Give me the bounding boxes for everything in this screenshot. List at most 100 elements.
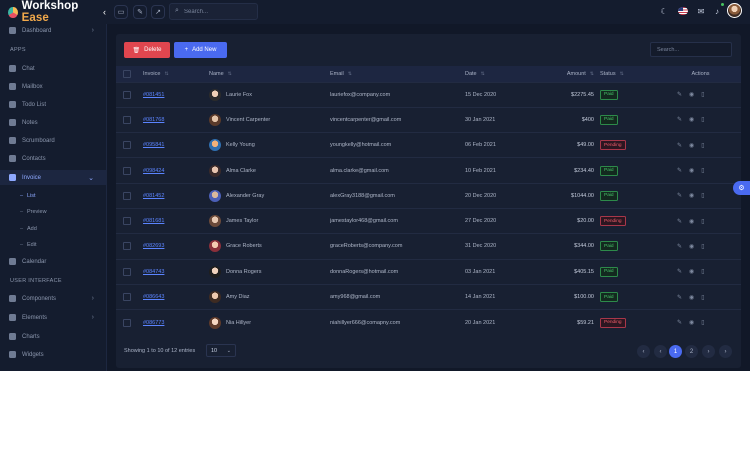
last-page-button[interactable]: ›	[719, 345, 732, 358]
sidebar-item-scrumboard[interactable]: Scrumboard	[0, 133, 106, 148]
edit-icon[interactable]: ✎	[677, 243, 682, 250]
sidebar-item-notes[interactable]: Notes	[0, 115, 106, 130]
sidebar-item-todo[interactable]: Todo List	[0, 97, 106, 112]
invoice-date: 15 Dec 2020	[465, 91, 497, 98]
view-icon[interactable]: ◉	[689, 218, 694, 225]
sidebar-subitem-list[interactable]: – List	[0, 189, 106, 203]
invoice-link[interactable]: #082693	[143, 243, 164, 249]
trash-icon[interactable]: ▯	[701, 218, 704, 225]
brand[interactable]: Workshop Ease ‹	[8, 0, 106, 24]
layout-icon[interactable]: ▭	[114, 5, 128, 19]
row-checkbox[interactable]	[116, 82, 143, 107]
first-page-button[interactable]: ‹	[637, 345, 650, 358]
edit-icon[interactable]: ✎	[677, 319, 682, 326]
view-icon[interactable]: ◉	[689, 142, 694, 149]
view-icon[interactable]: ◉	[689, 268, 694, 275]
invoice-amount: $344.00	[574, 243, 594, 250]
invoice-link[interactable]: #086773	[143, 320, 164, 326]
edit-icon[interactable]: ✎	[677, 268, 682, 275]
per-page-select[interactable]: 10 ⌄	[206, 344, 236, 357]
add-new-button[interactable]: + Add New	[174, 42, 227, 58]
sidebar-item-widgets[interactable]: Widgets	[0, 347, 106, 362]
trash-icon[interactable]: ▯	[701, 116, 704, 123]
search-input[interactable]	[184, 6, 254, 17]
sidebar-item-invoice[interactable]: Invoice ⌄	[0, 170, 106, 185]
row-checkbox[interactable]	[116, 259, 143, 284]
external-icon[interactable]: ↗	[151, 5, 165, 19]
mail-icon[interactable]: ✉	[695, 5, 707, 17]
sidebar-item-mailbox[interactable]: Mailbox	[0, 79, 106, 94]
user-avatar[interactable]	[727, 3, 742, 18]
edit-icon[interactable]: ✎	[677, 167, 682, 174]
moon-icon[interactable]: ☾	[658, 5, 670, 17]
edit-icon[interactable]: ✎	[677, 116, 682, 123]
col-amount[interactable]: Amount ⇅	[535, 66, 600, 82]
trash-icon[interactable]: ▯	[701, 319, 704, 326]
page-1-button[interactable]: 1	[669, 345, 682, 358]
invoice-link[interactable]: #084743	[143, 269, 164, 275]
page-2-button[interactable]: 2	[685, 345, 698, 358]
invoice-link[interactable]: #081452	[143, 193, 164, 199]
view-icon[interactable]: ◉	[689, 192, 694, 199]
row-checkbox[interactable]	[116, 183, 143, 208]
sidebar-item-dashboard[interactable]: Dashboard ›	[0, 23, 106, 38]
sidebar-item-chat[interactable]: Chat	[0, 61, 106, 76]
row-checkbox[interactable]	[116, 234, 143, 259]
select-all-checkbox[interactable]	[116, 66, 143, 82]
trash-icon[interactable]: ▯	[701, 294, 704, 301]
sidebar-item-calendar[interactable]: Calendar	[0, 254, 106, 269]
invoice-link[interactable]: #081768	[143, 117, 164, 123]
row-checkbox[interactable]	[116, 133, 143, 158]
trash-icon[interactable]: ▯	[701, 243, 704, 250]
delete-button[interactable]: 🗑 Delete	[124, 42, 170, 58]
sidebar-item-contacts[interactable]: Contacts	[0, 151, 106, 166]
trash-icon[interactable]: ▯	[701, 192, 704, 199]
row-checkbox[interactable]	[116, 107, 143, 132]
bell-icon[interactable]: ♪	[711, 5, 723, 17]
edit-icon[interactable]: ✎	[677, 192, 682, 199]
col-name[interactable]: Name ⇅	[209, 66, 330, 82]
sidebar-item-charts[interactable]: Charts	[0, 329, 106, 344]
edit-icon[interactable]: ✎	[677, 218, 682, 225]
topbar-search[interactable]: ⌕	[169, 3, 258, 20]
col-date[interactable]: Date ⇅	[465, 66, 535, 82]
row-checkbox[interactable]	[116, 158, 143, 183]
view-icon[interactable]: ◉	[689, 116, 694, 123]
table-search-input[interactable]	[657, 45, 727, 55]
edit-icon[interactable]: ✎	[677, 91, 682, 98]
edit-icon[interactable]: ✎	[677, 142, 682, 149]
prev-page-button[interactable]: ‹	[654, 345, 667, 358]
flag-icon[interactable]	[678, 7, 688, 15]
trash-icon[interactable]: ▯	[701, 268, 704, 275]
chevron-down-icon: ⌄	[88, 174, 94, 182]
view-icon[interactable]: ◉	[689, 243, 694, 250]
table-search[interactable]	[650, 42, 732, 57]
next-page-button[interactable]: ›	[702, 345, 715, 358]
settings-fab[interactable]: ⚙	[733, 181, 750, 195]
view-icon[interactable]: ◉	[689, 91, 694, 98]
invoice-link[interactable]: #095841	[143, 142, 164, 148]
trash-icon[interactable]: ▯	[701, 91, 704, 98]
invoice-link[interactable]: #098424	[143, 168, 164, 174]
view-icon[interactable]: ◉	[689, 294, 694, 301]
row-checkbox[interactable]	[116, 310, 143, 335]
edit-icon[interactable]: ✎	[133, 5, 147, 19]
trash-icon[interactable]: ▯	[701, 167, 704, 174]
view-icon[interactable]: ◉	[689, 319, 694, 326]
sidebar-subitem-add[interactable]: – Add	[0, 222, 106, 236]
sidebar-subitem-edit[interactable]: – Edit	[0, 238, 106, 252]
col-status[interactable]: Status ⇅	[600, 66, 660, 82]
view-icon[interactable]: ◉	[689, 167, 694, 174]
col-invoice[interactable]: Invoice ⇅	[143, 66, 209, 82]
col-email[interactable]: Email ⇅	[330, 66, 465, 82]
row-checkbox[interactable]	[116, 284, 143, 309]
invoice-link[interactable]: #081451	[143, 92, 164, 98]
invoice-link[interactable]: #081681	[143, 218, 164, 224]
edit-icon[interactable]: ✎	[677, 294, 682, 301]
sidebar-item-components[interactable]: Components ›	[0, 291, 106, 306]
trash-icon[interactable]: ▯	[701, 142, 704, 149]
row-checkbox[interactable]	[116, 208, 143, 233]
sidebar-subitem-preview[interactable]: – Preview	[0, 205, 106, 219]
invoice-link[interactable]: #086643	[143, 294, 164, 300]
sidebar-item-elements[interactable]: Elements ›	[0, 310, 106, 325]
